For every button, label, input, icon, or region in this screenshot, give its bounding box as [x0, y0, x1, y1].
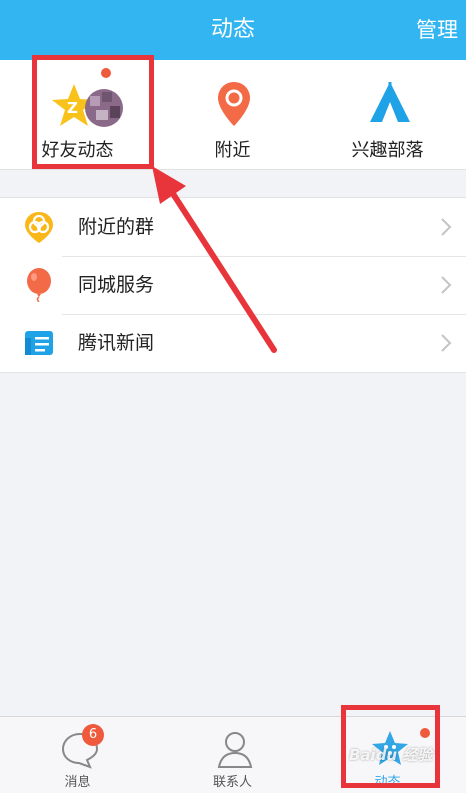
app-screen: 动态 管理 Z 好友动态 附近 兴趣部落 附近的群 同城服务 腾讯新闻 6 消息… — [0, 0, 466, 793]
list-item-label: 同城服务 — [78, 274, 155, 296]
list-item-label: 腾讯新闻 — [78, 332, 155, 354]
new-activity-dot — [101, 68, 111, 78]
manage-button[interactable]: 管理 — [416, 0, 458, 60]
shortcut-nearby[interactable]: 附近 — [155, 60, 310, 170]
unread-count-badge: 6 — [82, 724, 104, 746]
shortcut-interest-tribe[interactable]: 兴趣部落 — [310, 60, 465, 170]
top-bar: 动态 管理 — [0, 0, 466, 60]
tab-messages[interactable]: 6 消息 — [0, 717, 155, 793]
shortcut-grid: Z 好友动态 附近 兴趣部落 — [0, 60, 466, 170]
chevron-right-icon — [441, 276, 452, 294]
news-icon — [25, 331, 53, 355]
chevron-right-icon — [441, 218, 452, 236]
service-list: 附近的群 同城服务 腾讯新闻 — [0, 197, 466, 373]
page-title: 动态 — [210, 17, 255, 42]
list-item-tencent-news[interactable]: 腾讯新闻 — [0, 314, 466, 372]
balloon-icon — [27, 268, 51, 302]
shortcut-friend-feed[interactable]: Z 好友动态 — [0, 60, 155, 170]
shortcut-label: 好友动态 — [41, 140, 114, 161]
tab-label: 动态 — [374, 775, 401, 790]
location-pin-icon — [218, 82, 250, 126]
nearby-group-icon — [25, 212, 53, 243]
shortcut-label: 附近 — [214, 140, 251, 161]
tab-contacts[interactable]: 联系人 — [155, 717, 310, 793]
list-item-label: 附近的群 — [78, 216, 155, 238]
qzone-star-icon: Z — [52, 84, 123, 127]
new-activity-dot — [420, 728, 430, 738]
list-item-nearby-group[interactable]: 附近的群 — [0, 198, 466, 256]
shortcut-label: 兴趣部落 — [351, 140, 424, 161]
tab-label: 联系人 — [212, 775, 252, 790]
watermark-text: Baidu 经验 — [349, 746, 433, 764]
tent-icon — [370, 82, 410, 122]
svg-text:Z: Z — [67, 99, 78, 117]
list-item-city-service[interactable]: 同城服务 — [0, 256, 466, 314]
chevron-right-icon — [441, 334, 452, 352]
tab-label: 消息 — [64, 775, 91, 790]
contact-person-icon — [217, 732, 253, 768]
